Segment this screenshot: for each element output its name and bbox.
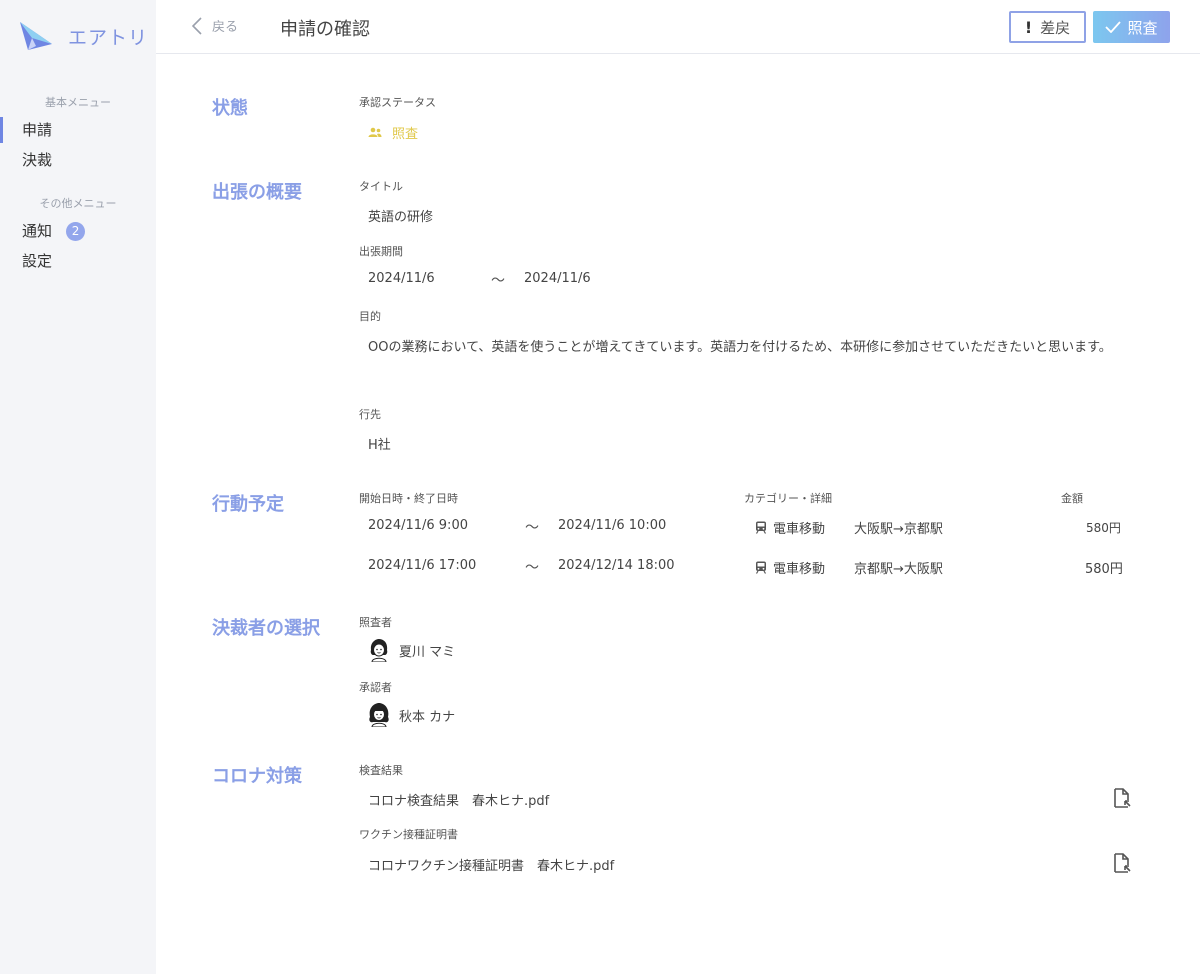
destination-value: H社 [368, 438, 391, 453]
sidebar-item-application[interactable]: 申請 [0, 116, 156, 144]
schedule-row-2-end: 2024/12/14 18:00 [558, 558, 675, 573]
file-download-icon[interactable] [1113, 853, 1131, 873]
notification-count-badge: 2 [66, 222, 86, 241]
approver-name: 秋本 カナ [399, 709, 456, 725]
schedule-row-1-start: 2024/11/6 9:00 [368, 518, 468, 533]
test-result-file[interactable]: コロナ検査結果 春木ヒナ.pdf [368, 790, 549, 809]
schedule-row-1-category: 電車移動 [755, 518, 825, 537]
sidebar-item-settings[interactable]: 設定 [0, 247, 156, 275]
trip-title-label: タイトル [359, 180, 403, 193]
exclamation-icon: ! [1024, 17, 1033, 37]
destination-label: 行先 [359, 408, 381, 421]
schedule-row-2-separator: 〜 [525, 560, 539, 576]
approve-button[interactable]: 照査 [1093, 11, 1170, 43]
vaccine-label: ワクチン接種証明書 [359, 828, 458, 841]
check-icon [1105, 21, 1122, 33]
checker-name: 夏川 マミ [399, 644, 456, 660]
logo-text: エアトリ [68, 26, 149, 49]
schedule-row-1-end: 2024/11/6 10:00 [558, 518, 667, 533]
status-section-title: 状態 [212, 98, 248, 119]
paper-plane-logo-icon [20, 22, 52, 50]
schedule-row-2-start: 2024/11/6 17:00 [368, 558, 477, 573]
users-icon [368, 127, 382, 137]
category-label: 電車移動 [773, 562, 826, 577]
approver-person: 秋本 カナ [368, 703, 455, 727]
train-icon [755, 521, 767, 534]
train-icon [755, 561, 767, 574]
schedule-row-1-separator: 〜 [525, 520, 539, 536]
schedule-section-title: 行動予定 [212, 494, 284, 515]
schedule-category-header: カテゴリー・詳細 [744, 492, 832, 505]
schedule-row-1-detail: 大阪駅→京都駅 [854, 522, 943, 537]
vaccine-file[interactable]: コロナワクチン接種証明書 春木ヒナ.pdf [368, 855, 614, 874]
logo[interactable]: エアトリ [18, 20, 148, 52]
sidebar-item-notifications[interactable]: 通知 2 [0, 217, 156, 245]
period-start: 2024/11/6 [368, 271, 435, 286]
period-separator: 〜 [491, 273, 505, 289]
avatar [370, 639, 388, 662]
status-value: 照査 [392, 127, 419, 142]
period-end: 2024/11/6 [524, 271, 591, 286]
purpose-label: 目的 [359, 310, 381, 323]
approve-label: 照査 [1127, 18, 1158, 37]
chevron-left-icon [192, 16, 202, 35]
sidebar: エアトリ 基本メニュー 申請 決裁 その他メニュー 通知 2 設定 [0, 0, 156, 974]
reject-label: 差戻 [1040, 18, 1071, 37]
purpose-value: OOの業務において、英語を使うことが増えてきています。英語力を付けるため、本研修… [368, 340, 1112, 355]
schedule-amount-header: 金額 [1061, 492, 1083, 505]
schedule-row-2-category: 電車移動 [755, 558, 825, 577]
checker-label: 照査者 [359, 616, 392, 629]
reject-button[interactable]: ! 差戻 [1009, 11, 1086, 43]
sidebar-item-label: 通知 [22, 222, 53, 240]
approvers-section-title: 決裁者の選択 [212, 618, 320, 639]
schedule-row-2-detail: 京都駅→大阪駅 [854, 562, 943, 577]
trip-title-value: 英語の研修 [368, 210, 434, 225]
back-button[interactable]: 戻る [192, 16, 238, 35]
sidebar-item-decision[interactable]: 決裁 [0, 146, 156, 174]
category-label: 電車移動 [773, 522, 826, 537]
schedule-datetime-header: 開始日時・終了日時 [359, 492, 458, 505]
menu-section-basic: 基本メニュー [45, 96, 111, 109]
checker-person: 夏川 マミ [368, 638, 455, 662]
test-result-label: 検査結果 [359, 764, 403, 777]
period-label: 出張期間 [359, 245, 403, 258]
schedule-row-1-amount: 580円 [1086, 521, 1121, 535]
covid-section-title: コロナ対策 [212, 766, 302, 787]
status-badge: 照査 [368, 123, 418, 142]
back-label: 戻る [212, 20, 239, 35]
approval-status-label: 承認ステータス [359, 96, 436, 109]
header: 戻る 申請の確認 ! 差戻 照査 [156, 0, 1200, 54]
menu-section-other: その他メニュー [39, 197, 117, 210]
file-download-icon[interactable] [1113, 788, 1131, 808]
overview-section-title: 出張の概要 [212, 182, 302, 203]
schedule-row-2-amount: 580円 [1085, 562, 1123, 577]
page-title: 申請の確認 [280, 19, 370, 40]
avatar [369, 703, 389, 727]
approver-label: 承認者 [359, 681, 392, 694]
